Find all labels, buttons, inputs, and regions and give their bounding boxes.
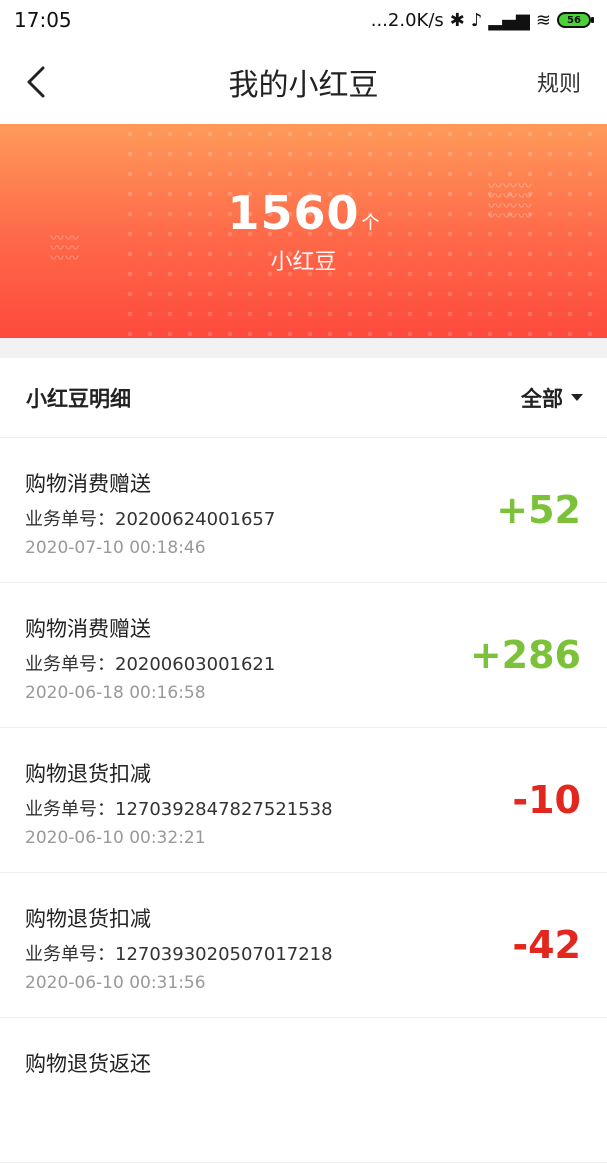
page-title: 我的小红豆: [228, 68, 379, 103]
detail-header: 小红豆明细 全部: [0, 358, 607, 438]
points-summary: 1560 个 小红豆: [0, 186, 607, 276]
record-title: 购物消费赠送: [25, 472, 151, 496]
record-amount: +52: [496, 488, 581, 532]
record-title: 购物退货扣减: [25, 762, 151, 786]
rules-link[interactable]: 规则: [537, 66, 581, 98]
bluetooth-icon: ✱: [449, 9, 465, 31]
status-time: 17:05: [14, 8, 72, 32]
record-title: 购物退货返还: [25, 1052, 151, 1076]
record-order: 业务单号：1270392847827521538: [25, 799, 333, 820]
points-value: 1560: [227, 186, 360, 240]
points-unit: 个: [361, 213, 380, 234]
chevron-left-icon: [27, 66, 45, 98]
records-list: 购物消费赠送 业务单号：20200624001657 2020-07-10 00…: [0, 438, 607, 1163]
record-order: 业务单号：20200603001621: [25, 654, 276, 675]
caret-down-icon: [571, 394, 583, 401]
filter-dropdown[interactable]: 全部: [521, 383, 583, 413]
record-amount: +286: [469, 633, 581, 677]
record-amount: -10: [512, 778, 581, 822]
list-item[interactable]: 购物退货扣减 业务单号：1270392847827521538 2020-06-…: [0, 728, 607, 873]
back-button[interactable]: [20, 62, 52, 102]
mute-icon: ♪: [470, 9, 483, 31]
section-divider: [0, 338, 607, 358]
status-icons: ...2.0K/s ✱ ♪ ▂▄▆ ≋ 56: [370, 9, 594, 31]
record-amount: -42: [512, 923, 581, 967]
list-item[interactable]: 购物消费赠送 业务单号：20200603001621 2020-06-18 00…: [0, 583, 607, 728]
status-bar: 17:05 ...2.0K/s ✱ ♪ ▂▄▆ ≋ 56: [0, 0, 607, 40]
wifi-icon: ≋: [535, 9, 551, 31]
detail-title: 小红豆明细: [26, 386, 131, 411]
record-order: 业务单号：1270393020507017218: [25, 944, 333, 965]
list-item[interactable]: 购物消费赠送 业务单号：20200624001657 2020-07-10 00…: [0, 438, 607, 583]
record-time: 2020-06-10 00:31:56: [25, 973, 206, 993]
record-title: 购物消费赠送: [25, 617, 151, 641]
record-time: 2020-06-18 00:16:58: [25, 683, 206, 703]
points-banner: 〰〰 〰〰 〰〰 〰〰〰 〰〰〰 〰〰〰 〰〰〰 1560 个 小红豆: [0, 124, 607, 338]
filter-label: 全部: [521, 386, 563, 411]
top-nav-bar: 我的小红豆 规则: [0, 40, 607, 124]
record-title: 购物退货扣减: [25, 907, 151, 931]
points-label: 小红豆: [270, 250, 337, 275]
list-item[interactable]: 购物退货扣减 业务单号：1270393020507017218 2020-06-…: [0, 873, 607, 1018]
signal-icon: ▂▄▆: [488, 9, 530, 31]
record-time: 2020-06-10 00:32:21: [25, 828, 206, 848]
network-speed: ...2.0K/s: [370, 9, 444, 31]
record-order: 业务单号：20200624001657: [25, 509, 276, 530]
list-item[interactable]: 购物退货返还: [0, 1018, 607, 1163]
record-time: 2020-07-10 00:18:46: [25, 538, 206, 558]
battery-level: 56: [567, 14, 581, 26]
battery-icon: 56: [557, 12, 594, 28]
